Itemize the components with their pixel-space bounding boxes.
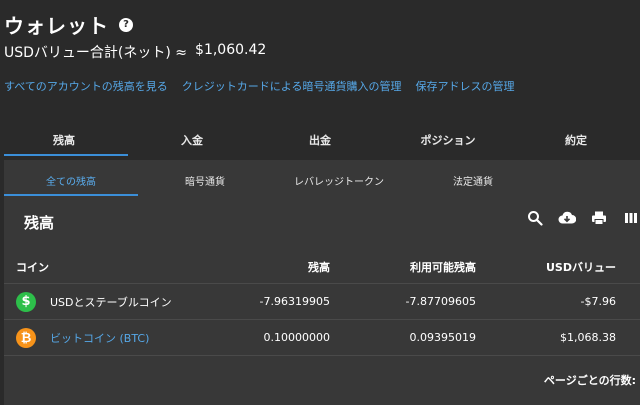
columns-icon[interactable] [622, 209, 640, 227]
page-title: ウォレット [4, 14, 109, 38]
tab-withdraw[interactable]: 出金 [256, 122, 384, 156]
link-credit-card-purchases[interactable]: クレジットカードによる暗号通貨購入の管理 [182, 78, 402, 94]
tab-positions[interactable]: ポジション [384, 122, 512, 156]
balance-cell: -7.96319905 [259, 295, 330, 308]
header-balance[interactable]: 残高 [308, 250, 330, 283]
coin-cell: ₿ ビットコイン (BTC) [16, 320, 149, 355]
tab-deposit[interactable]: 入金 [128, 122, 256, 156]
coin-name-link[interactable]: ビットコイン (BTC) [50, 330, 149, 346]
sub-tabs: 全ての残高 暗号通貨 レバレッジトークン 法定通貨 [4, 160, 540, 196]
usd-value-cell: -$7.96 [580, 295, 616, 308]
balance-cell: 0.10000000 [263, 331, 330, 344]
subtab-fiat[interactable]: 法定通貨 [406, 160, 540, 196]
account-links: すべてのアカウントの残高を見る クレジットカードによる暗号通貨購入の管理 保存ア… [4, 78, 514, 94]
header-available[interactable]: 利用可能残高 [410, 250, 476, 283]
subtab-crypto[interactable]: 暗号通貨 [138, 160, 272, 196]
balances-panel: 全ての残高 暗号通貨 レバレッジトークン 法定通貨 残高 コイン 残高 利用可能… [4, 160, 640, 405]
available-cell: -7.87709605 [405, 295, 476, 308]
dollar-coin-icon: $ [16, 291, 36, 312]
header-coin[interactable]: コイン [16, 250, 49, 283]
header-usd-value[interactable]: USDバリュー [546, 250, 616, 283]
subtab-all-balances[interactable]: 全ての残高 [4, 160, 138, 196]
print-icon[interactable] [590, 209, 608, 227]
table-header: コイン 残高 利用可能残高 USDバリュー [4, 250, 640, 284]
help-icon[interactable]: ? [119, 17, 133, 32]
link-saved-addresses[interactable]: 保存アドレスの管理 [415, 78, 514, 94]
table-row[interactable]: ₿ ビットコイン (BTC) 0.10000000 0.09395019 $1,… [4, 320, 640, 356]
coin-cell: $ USDとステーブルコイン [16, 284, 172, 319]
table-row[interactable]: $ USDとステーブルコイン -7.96319905 -7.87709605 -… [4, 284, 640, 320]
usd-total-value: USDバリュー合計(ネット) ≈ $1,060.42 [4, 42, 266, 62]
subtab-leveraged-tokens[interactable]: レバレッジトークン [272, 160, 406, 196]
available-cell: 0.09395019 [409, 331, 476, 344]
panel-title: 残高 [24, 214, 55, 232]
search-icon[interactable] [526, 209, 544, 227]
rows-per-page-label: ページごとの行数: [543, 374, 636, 387]
tab-balances[interactable]: 残高 [0, 122, 128, 156]
download-icon[interactable] [558, 209, 576, 227]
link-all-account-balances[interactable]: すべてのアカウントの残高を見る [4, 78, 168, 94]
usd-value-cell: $1,068.38 [560, 331, 616, 344]
usd-total-amount: $1,060.42 [195, 42, 267, 58]
coin-name: USDとステーブルコイン [50, 295, 172, 309]
table-toolbar [526, 209, 640, 227]
tab-fills[interactable]: 約定 [512, 122, 640, 156]
title-row: ウォレット ? [4, 10, 133, 39]
main-tabs: 残高 入金 出金 ポジション 約定 [0, 122, 640, 156]
bitcoin-icon: ₿ [16, 327, 36, 348]
usd-total-label: USDバリュー合計(ネット) ≈ [4, 45, 188, 61]
